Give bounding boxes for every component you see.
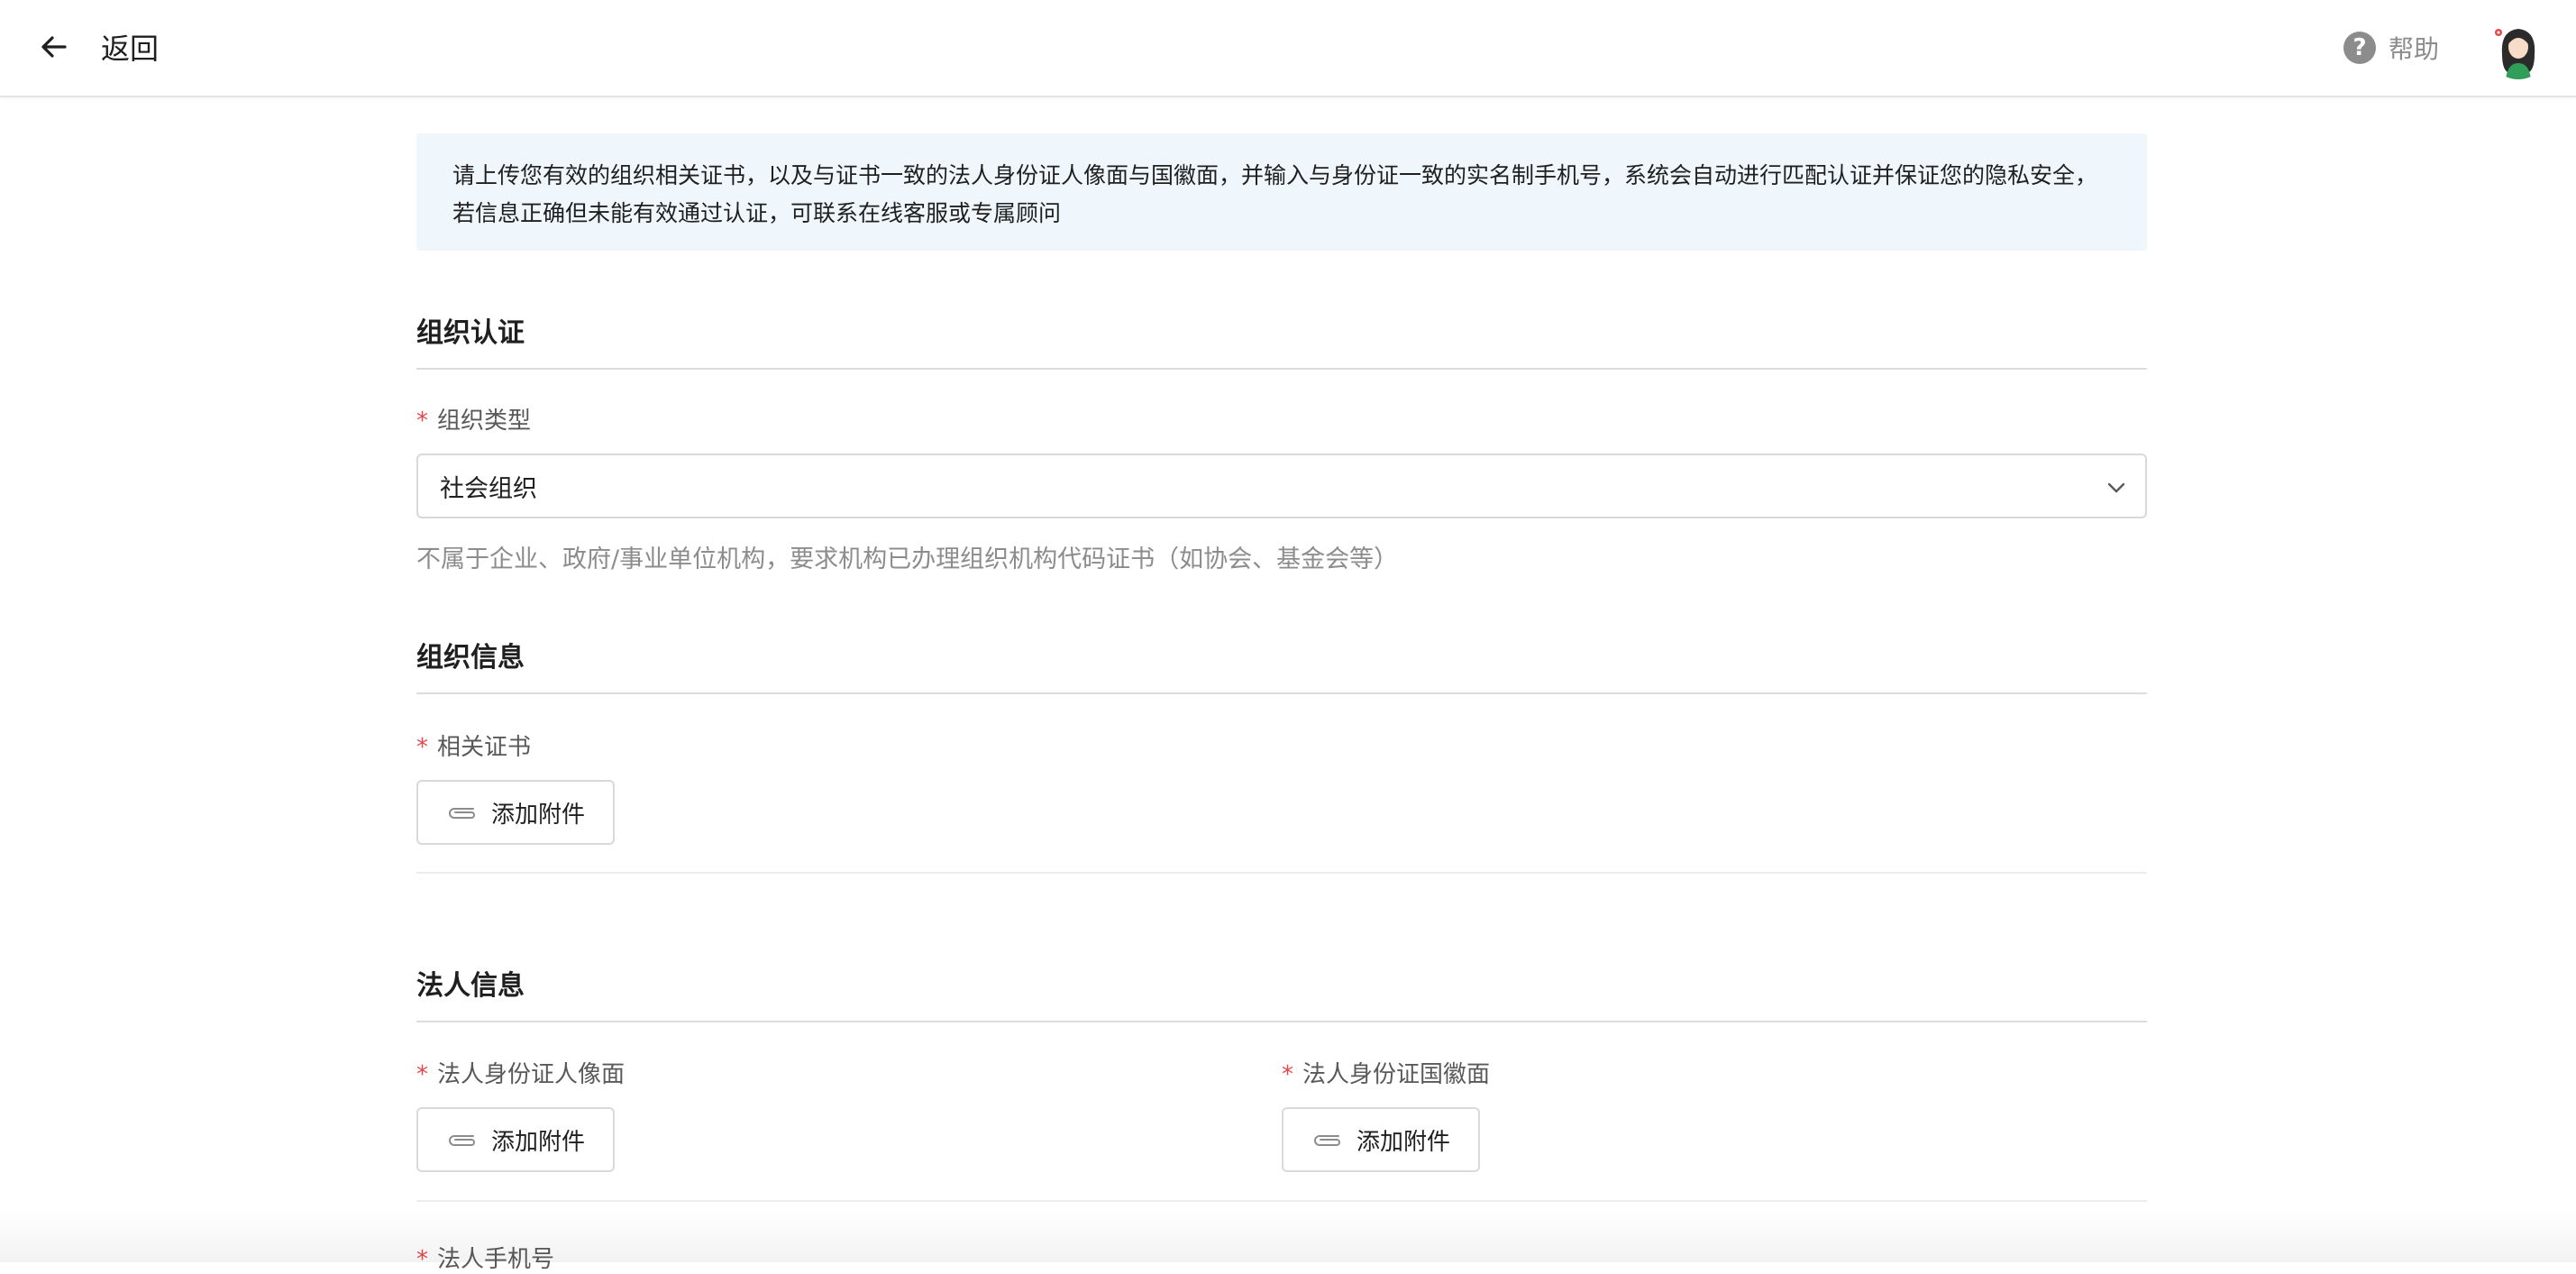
org-type-select[interactable]: 社会组织 <box>416 454 2147 518</box>
notice-text: 请上传您有效的组织相关证书，以及与证书一致的法人身份证人像面与国徽面，并输入与身… <box>452 162 2098 226</box>
attach-label: 添加附件 <box>490 1128 585 1156</box>
org-type-hint: 不属于企业、政府/事业单位机构，要求机构已办理组织机构代码证书（如协会、基金会等… <box>416 545 1399 573</box>
top-header: 返回 ? 帮助 <box>0 0 2576 97</box>
id-back-label: 法人身份证国徽面 <box>1302 1061 1491 1088</box>
avatar[interactable] <box>2488 18 2549 79</box>
required-mark: * <box>1282 1061 1293 1088</box>
notice-banner: 请上传您有效的组织相关证书，以及与证书一致的法人身份证人像面与国徽面，并输入与身… <box>416 133 2147 251</box>
field-label-id-front: * 法人身份证人像面 <box>416 1056 625 1089</box>
required-mark: * <box>416 1246 428 1273</box>
field-label-org-type: * 组织类型 <box>416 402 531 435</box>
help-label: 帮助 <box>2389 34 2440 64</box>
section-title-org-auth: 组织认证 <box>416 310 2147 370</box>
bottom-fade <box>0 1208 2576 1262</box>
required-mark: * <box>416 734 428 761</box>
field-label-phone: * 法人手机号 <box>416 1241 554 1274</box>
org-type-value: 社会组织 <box>440 474 537 503</box>
question-circle-icon: ? <box>2343 32 2376 64</box>
field-label-id-back: * 法人身份证国徽面 <box>1282 1056 1490 1089</box>
cert-label: 相关证书 <box>437 734 532 761</box>
divider <box>416 872 2147 874</box>
required-mark: * <box>416 1061 428 1088</box>
section-title-legal-info: 法人信息 <box>416 963 2147 1022</box>
back-label: 返回 <box>101 32 160 66</box>
chevron-down-icon <box>2106 477 2127 499</box>
add-id-front-attachment-button[interactable]: 添加附件 <box>416 1107 615 1172</box>
section-title-org-info: 组织信息 <box>416 635 2147 694</box>
arrow-left-icon <box>36 29 72 65</box>
back-button[interactable]: 返回 <box>36 22 159 72</box>
help-button[interactable]: ? 帮助 <box>2343 29 2439 67</box>
field-label-cert: * 相关证书 <box>416 729 531 762</box>
avatar-image <box>2488 18 2549 79</box>
required-mark: * <box>416 408 428 435</box>
phone-label: 法人手机号 <box>437 1246 555 1273</box>
id-front-label: 法人身份证人像面 <box>437 1061 626 1088</box>
add-cert-attachment-button[interactable]: 添加附件 <box>416 780 615 845</box>
org-type-label: 组织类型 <box>437 408 532 435</box>
add-id-back-attachment-button[interactable]: 添加附件 <box>1282 1107 1480 1172</box>
paperclip-icon <box>446 1131 479 1149</box>
paperclip-icon <box>446 803 479 821</box>
attach-label: 添加附件 <box>490 801 585 829</box>
divider <box>416 1200 2147 1202</box>
paperclip-icon <box>1311 1131 1344 1149</box>
attach-label: 添加附件 <box>1356 1128 1450 1156</box>
